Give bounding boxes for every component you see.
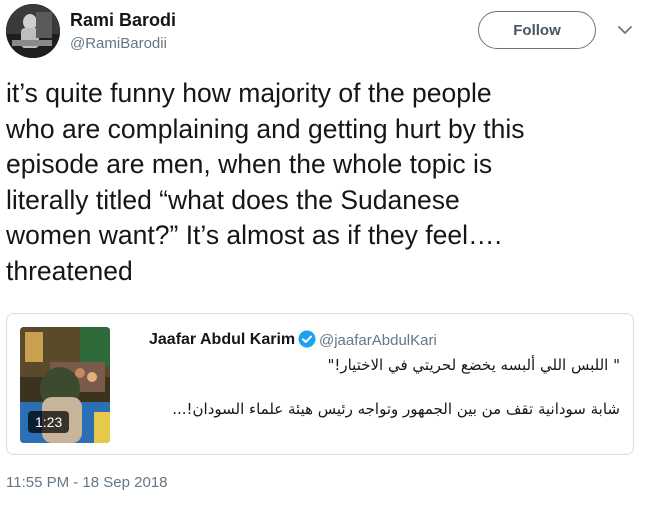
author-handle[interactable]: @RamiBarodii: [70, 35, 167, 52]
tweet-text: it’s quite funny how majority of the peo…: [6, 78, 525, 286]
quoted-text-line-2: شابة سودانية تقف من بين الجمهور وتواجه ر…: [172, 400, 620, 418]
video-duration: 1:23: [28, 411, 70, 433]
author-name[interactable]: Rami Barodi: [70, 10, 176, 31]
quoted-tweet-card[interactable]: 1:23 Jaafar Abdul Karim @jaafarAbdulKari…: [6, 313, 634, 455]
quoted-text-line-1: " اللبس اللي ألبسه يخضع لحريتي في الاختي…: [327, 356, 620, 374]
follow-button[interactable]: Follow: [478, 11, 596, 49]
chevron-down-icon[interactable]: [617, 22, 633, 38]
avatar-photo: [6, 4, 60, 58]
verified-badge-icon: [298, 330, 316, 348]
quoted-author-handle[interactable]: @jaafarAbdulKari: [319, 332, 437, 349]
tweet-timestamp[interactable]: 11:55 PM - 18 Sep 2018: [6, 474, 168, 491]
quoted-author-name[interactable]: Jaafar Abdul Karim: [149, 331, 295, 349]
avatar[interactable]: [6, 4, 60, 58]
video-thumbnail[interactable]: 1:23: [20, 327, 110, 443]
